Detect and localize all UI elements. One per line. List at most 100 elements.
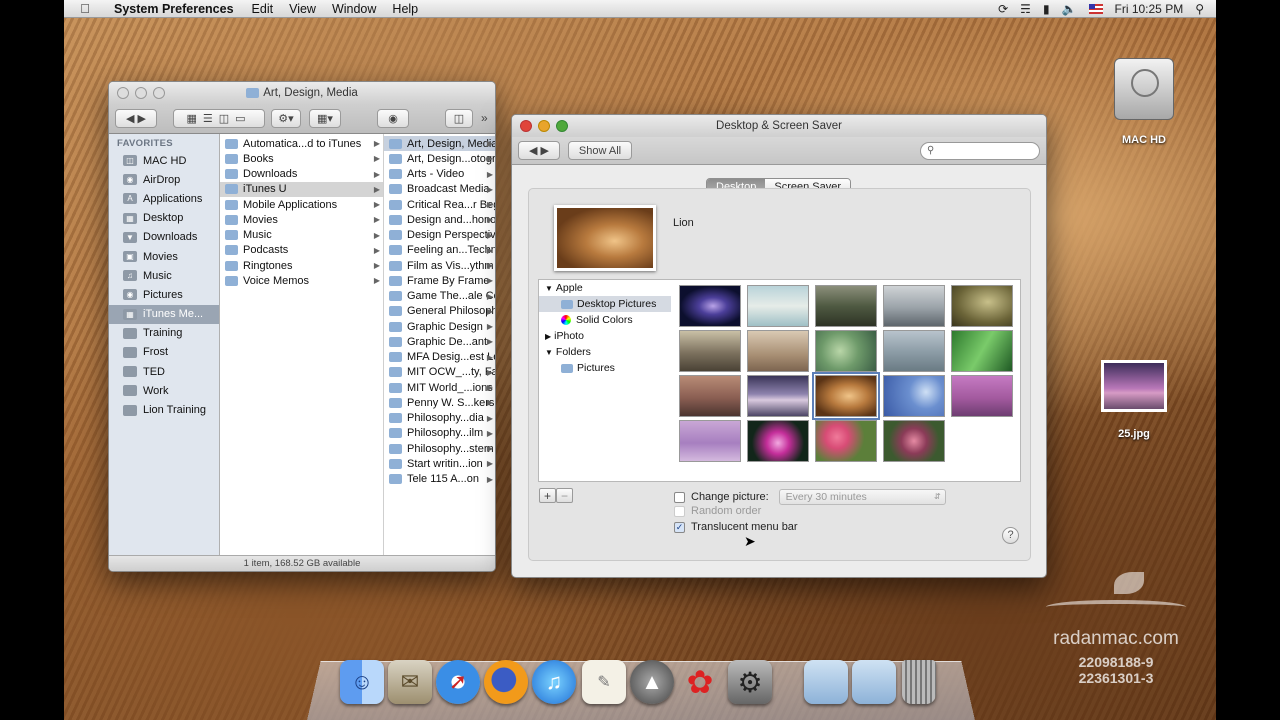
wallpaper-thumbnail[interactable]	[951, 285, 1013, 327]
list-item[interactable]: Start writin...ion ▶	[384, 456, 495, 471]
sidebar-item[interactable]: TED	[109, 362, 219, 381]
safari-dock-icon[interactable]: ➚	[436, 660, 480, 704]
launchpad-dock-icon[interactable]: ▲	[630, 660, 674, 704]
list-item[interactable]: Philosophy...stern ▶	[384, 441, 495, 456]
sidebar-item[interactable]: Frost	[109, 343, 219, 362]
system-preferences-dock-icon[interactable]: ⚙	[728, 660, 772, 704]
help-button[interactable]: ?	[1002, 527, 1019, 544]
list-item[interactable]: Graphic Design ▶	[384, 319, 495, 334]
trash-button[interactable]: ◫	[445, 109, 473, 128]
minimize-button[interactable]	[135, 87, 147, 99]
interval-select[interactable]: Every 30 minutes ⇵	[778, 489, 946, 505]
list-item[interactable]: MIT OCW_...ty, Fall ▶	[384, 365, 495, 380]
wallpaper-thumbnail[interactable]	[679, 330, 741, 372]
finder-dock-icon[interactable]: ☺	[340, 660, 384, 704]
list-item[interactable]: Film as Vis...ythm ▶	[384, 258, 495, 273]
zoom-button[interactable]	[556, 120, 568, 132]
wallpaper-thumbnail[interactable]	[747, 285, 809, 327]
random-order-checkbox[interactable]	[674, 505, 685, 517]
zoom-button[interactable]	[153, 87, 165, 99]
list-item[interactable]: Ringtones ▶	[220, 258, 383, 273]
wallpaper-thumbnail[interactable]	[747, 420, 809, 462]
view-mode-buttons[interactable]: ▦☰◫▭	[173, 109, 265, 128]
list-item[interactable]: Penny W. S...kers ▶	[384, 395, 495, 410]
source-item-pictures[interactable]: Pictures	[539, 360, 671, 376]
textedit-dock-icon[interactable]: ✎	[582, 660, 626, 704]
mail-dock-icon[interactable]: ✉	[388, 660, 432, 704]
time-machine-icon[interactable]: ⟳	[998, 2, 1008, 16]
wallpaper-thumbnail[interactable]	[883, 330, 945, 372]
menu-edit[interactable]: Edit	[244, 2, 282, 16]
itunes-dock-icon[interactable]: ♫	[532, 660, 576, 704]
list-item[interactable]: Art, Design...otography▶	[384, 151, 495, 166]
list-item[interactable]: Broadcast Media ▶	[384, 182, 495, 197]
sidebar-item[interactable]: ▣ Movies	[109, 247, 219, 266]
sidebar-item[interactable]: Lion Training	[109, 400, 219, 419]
wallpaper-thumbnail[interactable]	[679, 375, 741, 417]
action-gear-button[interactable]: ⚙▾	[271, 109, 301, 128]
sidebar-item[interactable]: ♫ Music	[109, 266, 219, 285]
volume-icon[interactable]: 🔈	[1062, 2, 1077, 16]
list-item[interactable]: Mobile Applications ▶	[220, 197, 383, 212]
list-item[interactable]: Podcasts ▶	[220, 243, 383, 258]
list-item[interactable]: Arts - Video ▶	[384, 167, 495, 182]
list-item[interactable]: Game The...ale Course▶	[384, 289, 495, 304]
jpg-file-desktop-icon[interactable]: 25.jpg	[1098, 360, 1170, 440]
finder-titlebar[interactable]: Art, Design, Media	[109, 82, 495, 104]
wallpaper-thumbnail[interactable]	[815, 330, 877, 372]
wifi-icon[interactable]: ☴	[1020, 2, 1031, 16]
wallpaper-thumbnail[interactable]	[883, 285, 945, 327]
source-group-iphoto[interactable]: ▶ iPhoto	[539, 328, 671, 344]
list-item[interactable]: MIT World_...ions ▶	[384, 380, 495, 395]
list-item[interactable]: Design Perspectives▶	[384, 228, 495, 243]
app-dock-icon[interactable]: ✿	[678, 660, 722, 704]
sidebar-item[interactable]: ◉ Pictures	[109, 285, 219, 304]
list-item[interactable]: Philosophy...ilm ▶	[384, 426, 495, 441]
source-group-apple[interactable]: ▼ Apple	[539, 280, 671, 296]
sidebar-item[interactable]: ◉ AirDrop	[109, 170, 219, 189]
apple-menu-icon[interactable]: 	[64, 1, 106, 16]
sidebar-item[interactable]: Training	[109, 324, 219, 343]
list-item[interactable]: Art, Design, Media ▶	[384, 136, 495, 152]
firefox-dock-icon[interactable]	[484, 660, 528, 704]
close-button[interactable]	[520, 120, 532, 132]
trash-dock-icon[interactable]	[902, 660, 936, 704]
wallpaper-thumbnail[interactable]	[679, 420, 741, 462]
wallpaper-thumbnail-selected[interactable]	[812, 372, 880, 420]
add-folder-button[interactable]: +	[539, 488, 556, 503]
list-item[interactable]: MFA Desig...est Lecture▶	[384, 350, 495, 365]
wallpaper-thumbnail[interactable]	[951, 330, 1013, 372]
close-button[interactable]	[117, 87, 129, 99]
hard-drive-desktop-icon[interactable]: MAC HD	[1110, 58, 1178, 146]
sidebar-item[interactable]: Work	[109, 381, 219, 400]
list-item[interactable]: Critical Rea...r Beginners▶	[384, 197, 495, 212]
menu-view[interactable]: View	[281, 2, 324, 16]
sidebar-item[interactable]: A Applications	[109, 189, 219, 208]
overflow-chevron-icon[interactable]: »	[481, 111, 488, 125]
list-item[interactable]: Movies ▶	[220, 212, 383, 227]
wallpaper-thumbnail[interactable]	[883, 375, 945, 417]
prefs-titlebar[interactable]: Desktop & Screen Saver	[512, 115, 1046, 137]
wallpaper-thumbnail[interactable]	[815, 285, 877, 327]
menu-app-name[interactable]: System Preferences	[106, 2, 244, 16]
spotlight-icon[interactable]: ⚲	[1195, 2, 1204, 16]
list-item[interactable]: Tele 115 A...on ▶	[384, 472, 495, 487]
list-item[interactable]: Downloads ▶	[220, 167, 383, 182]
source-group-folders[interactable]: ▼ Folders	[539, 344, 671, 360]
wallpaper-thumbnail[interactable]	[815, 420, 877, 462]
menu-help[interactable]: Help	[384, 2, 426, 16]
change-picture-checkbox[interactable]	[674, 491, 685, 503]
list-item[interactable]: General Philosophy ▶	[384, 304, 495, 319]
list-item[interactable]: Design and...honology▶	[384, 212, 495, 227]
sidebar-item[interactable]: ▼ Downloads	[109, 228, 219, 247]
wallpaper-thumbnail[interactable]	[747, 375, 809, 417]
battery-icon[interactable]: ▮	[1043, 2, 1050, 16]
list-item[interactable]: Philosophy...dia ▶	[384, 411, 495, 426]
source-item-desktop-pictures[interactable]: Desktop Pictures	[539, 296, 671, 312]
sidebar-item[interactable]: ▦ Desktop	[109, 209, 219, 228]
arrange-button[interactable]: ▦▾	[309, 109, 341, 128]
translucent-checkbox[interactable]: ✓	[674, 521, 685, 533]
list-item[interactable]: Books ▶	[220, 151, 383, 166]
sidebar-item[interactable]: ▦ iTunes Me...	[109, 304, 219, 324]
list-item[interactable]: Frame By Frame ▶	[384, 273, 495, 288]
